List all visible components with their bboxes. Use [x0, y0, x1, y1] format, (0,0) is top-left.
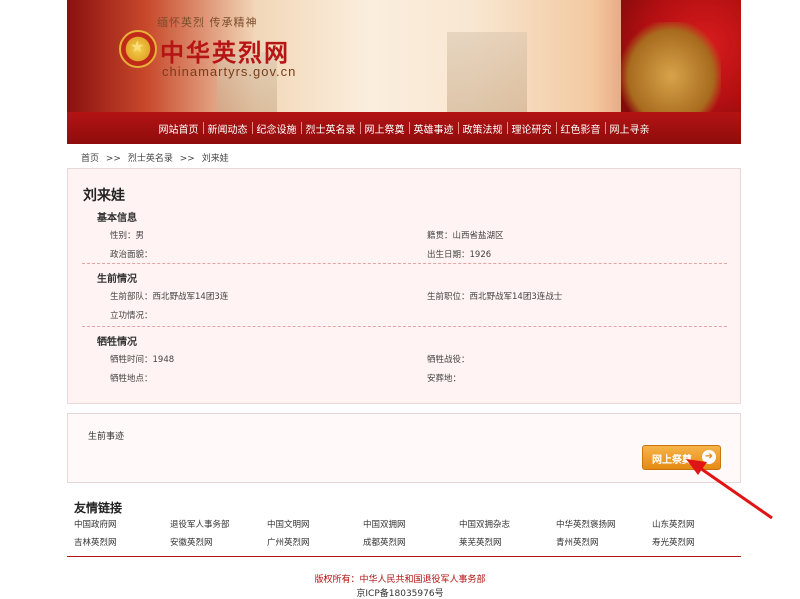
friend-link[interactable]: 山东英烈网: [652, 518, 695, 530]
friend-link[interactable]: 退役军人事务部: [170, 518, 230, 530]
friend-links-title: 友情链接: [74, 501, 123, 515]
friend-link[interactable]: 莱芜英烈网: [459, 536, 502, 548]
friend-link[interactable]: 广州英烈网: [267, 536, 310, 548]
footer-icp[interactable]: 京ICP备18035976号: [0, 586, 800, 599]
friend-link[interactable]: 中华英烈褒扬网: [556, 518, 616, 530]
footer-divider: [67, 556, 741, 557]
friend-link[interactable]: 青州英烈网: [556, 536, 599, 548]
friend-link[interactable]: 中国双拥网: [363, 518, 406, 530]
friend-link[interactable]: 中国文明网: [267, 518, 310, 530]
friend-link[interactable]: 中国政府网: [74, 518, 117, 530]
friend-link[interactable]: 吉林英烈网: [74, 536, 117, 548]
friend-link[interactable]: 成都英烈网: [363, 536, 406, 548]
friend-link[interactable]: 安徽英烈网: [170, 536, 213, 548]
footer-copyright: 版权所有：中华人民共和国退役军人事务部: [314, 575, 486, 585]
friend-link[interactable]: 寿光英烈网: [652, 536, 695, 548]
friend-link[interactable]: 中国双拥杂志: [459, 518, 510, 530]
